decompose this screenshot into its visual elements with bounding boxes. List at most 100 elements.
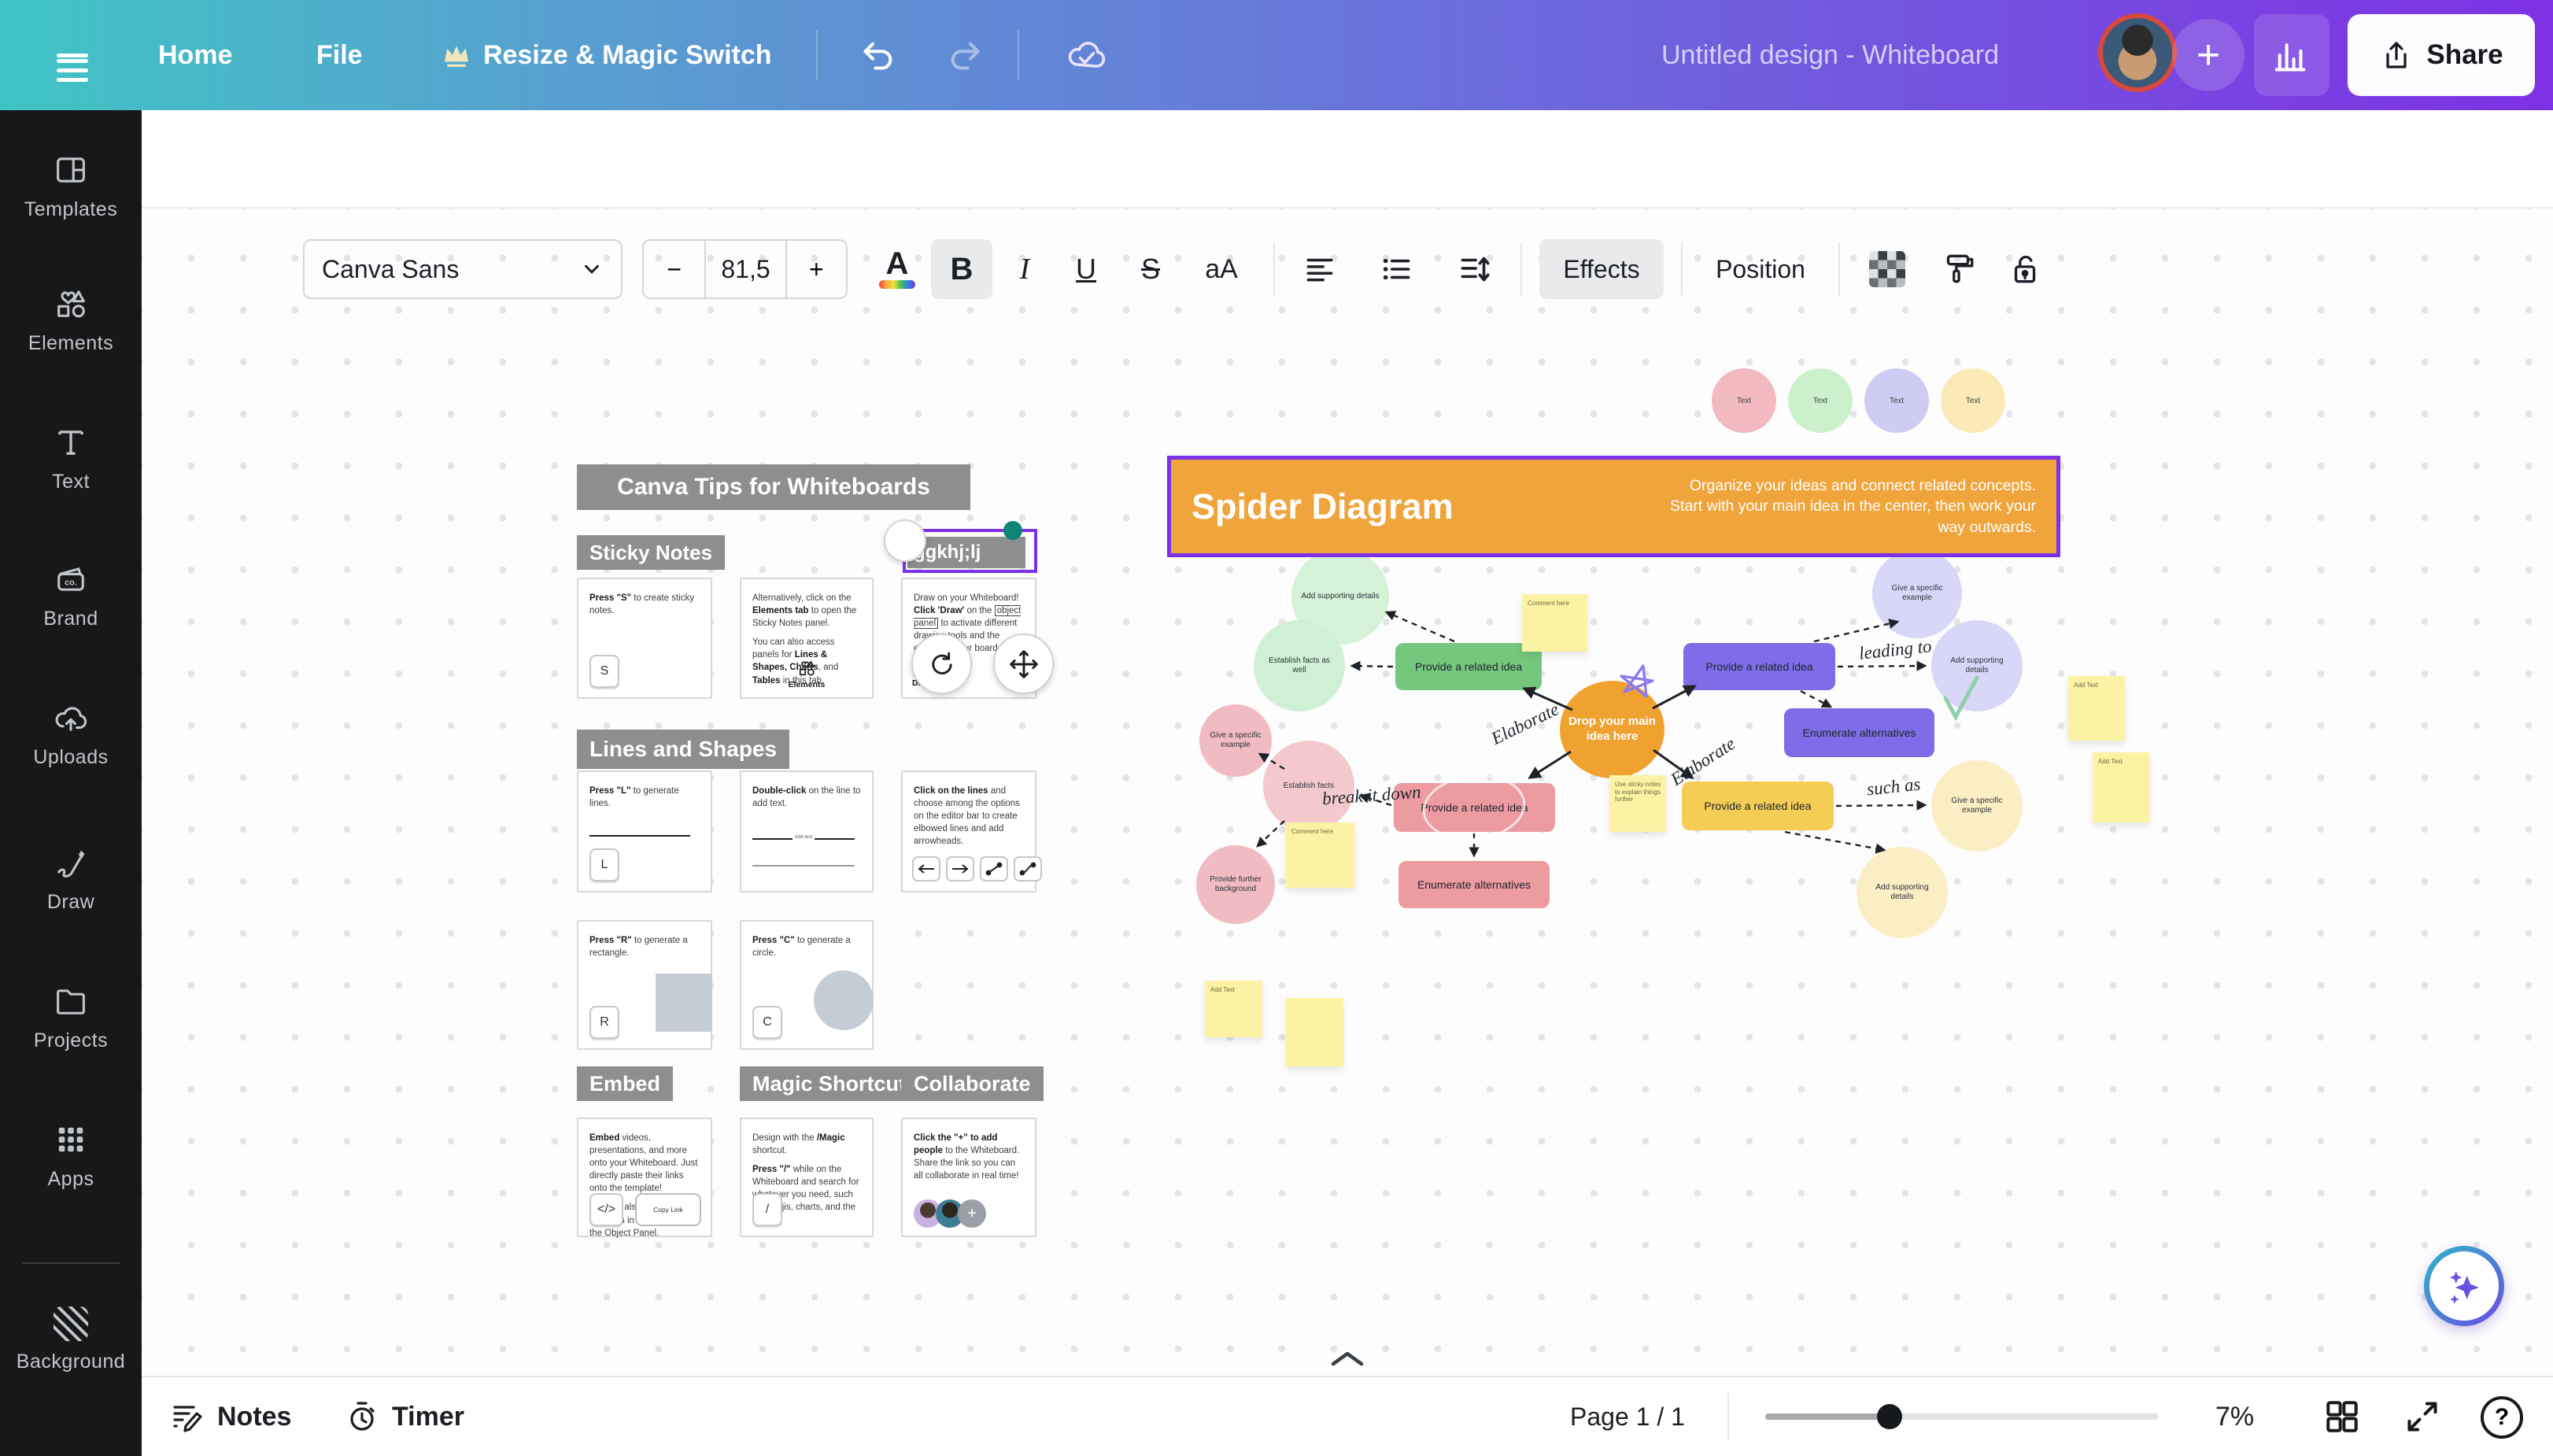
transparency-button[interactable] xyxy=(1859,239,1916,299)
help-button[interactable]: ? xyxy=(2481,1396,2523,1439)
tip-card-embed[interactable]: Embed videos, presentations, and more on… xyxy=(577,1118,712,1237)
sticky-note[interactable]: Comment here xyxy=(1286,822,1354,888)
spider-node-rect-purple[interactable]: Provide a related idea xyxy=(1683,643,1835,690)
sidebar-item-elements[interactable]: Elements xyxy=(0,285,142,355)
section-label-sticky-notes[interactable]: Sticky Notes xyxy=(577,535,725,570)
sidebar-item-uploads[interactable]: Uploads xyxy=(0,699,142,769)
text-align-button[interactable] xyxy=(1292,239,1347,299)
cloud-save-status[interactable] xyxy=(1064,0,1110,110)
underline-button[interactable]: U xyxy=(1061,239,1111,299)
move-handle[interactable] xyxy=(993,634,1054,694)
spider-node-circle[interactable]: Establish facts as well xyxy=(1254,620,1345,711)
italic-button[interactable]: I xyxy=(999,239,1050,299)
position-button[interactable]: Position xyxy=(1701,239,1820,299)
arrow-right-option[interactable] xyxy=(946,856,974,881)
sidebar-item-projects[interactable]: Projects xyxy=(0,982,142,1052)
sticky-note[interactable]: Add Text xyxy=(2093,752,2149,822)
fullscreen-button[interactable] xyxy=(2402,1396,2443,1439)
sidebar-item-apps[interactable]: Apps xyxy=(0,1121,142,1191)
section-label-embed[interactable]: Embed xyxy=(577,1066,673,1101)
tip-card-lines-3[interactable]: Click on the lines and choose among the … xyxy=(901,770,1036,892)
menu-file[interactable]: File xyxy=(316,0,363,110)
zoom-slider[interactable] xyxy=(1765,1414,2159,1420)
tip-card-lines-1[interactable]: Press "L" to generate lines. L xyxy=(577,770,712,892)
spider-node-rect-green[interactable]: Provide a related idea xyxy=(1395,643,1542,690)
spider-node-circle[interactable]: Provide further background xyxy=(1196,845,1275,924)
timer-button[interactable]: Timer xyxy=(345,1377,464,1456)
spider-center-node[interactable]: Drop your main idea here xyxy=(1560,681,1664,778)
user-avatar[interactable] xyxy=(2098,13,2177,92)
menu-home[interactable]: Home xyxy=(158,0,232,110)
swatch-circle-green[interactable]: Text xyxy=(1788,368,1853,433)
spider-node-circle[interactable]: Establish facts xyxy=(1263,741,1354,832)
sticky-note[interactable]: Use sticky notes to explain things furth… xyxy=(1609,775,1666,832)
spider-node-circle[interactable]: Add supporting details xyxy=(1931,620,2023,711)
spider-node-circle[interactable]: Give a specific example xyxy=(1199,704,1272,777)
selected-text-element[interactable]: ggkhj;lj xyxy=(903,529,1037,573)
share-button[interactable]: Share xyxy=(2348,14,2535,96)
tip-card-lines-2[interactable]: Double-click on the line to add text. Ad… xyxy=(740,770,874,892)
whiteboard-canvas[interactable]: Canva Tips for Whiteboards Sticky Notes … xyxy=(142,209,2553,1376)
zoom-slider-thumb[interactable] xyxy=(1877,1404,1902,1429)
font-size-increase-button[interactable]: + xyxy=(785,241,846,297)
sticky-note[interactable]: Add Text xyxy=(2068,676,2125,741)
strikethrough-button[interactable]: S xyxy=(1125,239,1176,299)
tip-card-circle[interactable]: Press "C" to generate a circle. C xyxy=(740,920,874,1050)
section-label-magic-shortcut[interactable]: Magic Shortcut xyxy=(740,1066,918,1101)
undo-button[interactable] xyxy=(858,0,899,110)
tip-card-collaborate[interactable]: Click the "+" to add people to the White… xyxy=(901,1118,1036,1237)
tip-card-sticky-1[interactable]: Press "S" to create sticky notes. S xyxy=(577,578,712,699)
sidebar-item-draw[interactable]: Draw xyxy=(0,844,142,914)
spider-node-rect-yellow[interactable]: Provide a related idea xyxy=(1682,782,1834,830)
section-label-lines-shapes[interactable]: Lines and Shapes xyxy=(577,730,789,769)
redo-button[interactable] xyxy=(944,0,985,110)
text-case-button[interactable]: aA xyxy=(1192,239,1251,299)
sticky-note[interactable]: Comment here xyxy=(1522,594,1587,652)
copy-style-button[interactable] xyxy=(1930,239,1986,299)
tips-title[interactable]: Canva Tips for Whiteboards xyxy=(577,464,970,510)
spider-node-rect-pink-enum[interactable]: Enumerate alternatives xyxy=(1398,861,1550,908)
main-menu-button[interactable] xyxy=(57,0,88,110)
line-spacing-button[interactable] xyxy=(1446,239,1502,299)
tip-card-rectangle[interactable]: Press "R" to generate a rectangle. R xyxy=(577,920,712,1050)
font-size-value[interactable]: 81,5 xyxy=(704,241,785,297)
effects-button[interactable]: Effects xyxy=(1539,239,1664,299)
section-label-collaborate[interactable]: Collaborate xyxy=(901,1066,1044,1101)
elbow-line-option[interactable] xyxy=(980,856,1008,881)
spider-node-circle[interactable]: Add supporting details xyxy=(1857,847,1948,938)
font-size-decrease-button[interactable]: − xyxy=(644,241,704,297)
tip-card-magic[interactable]: Design with the /Magic shortcut. Press "… xyxy=(740,1118,874,1237)
sidebar-item-background[interactable]: Background xyxy=(0,1306,142,1373)
spider-node-circle[interactable]: Give a specific example xyxy=(1931,760,2023,852)
copy-link-button[interactable]: Copy Link xyxy=(635,1193,701,1226)
sidebar-item-brand[interactable]: co. Brand xyxy=(0,560,142,630)
bullet-list-button[interactable] xyxy=(1369,239,1424,299)
rotate-handle[interactable] xyxy=(911,634,972,694)
spider-node-rect-purple-enum[interactable]: Enumerate alternatives xyxy=(1784,708,1934,757)
grid-view-button[interactable] xyxy=(2322,1396,2363,1439)
spider-header-selected[interactable]: Spider Diagram Organize your ideas and c… xyxy=(1167,456,2060,557)
swatch-circle-pink[interactable]: Text xyxy=(1712,368,1776,433)
font-family-select[interactable]: Canva Sans xyxy=(303,239,623,299)
swatch-circle-yellow[interactable]: Text xyxy=(1941,368,2005,433)
curved-line-option[interactable] xyxy=(1014,856,1042,881)
spider-node-circle[interactable]: Give a specific example xyxy=(1872,549,1962,638)
menu-resize-magic-switch[interactable]: Resize & Magic Switch xyxy=(441,0,772,110)
selection-anchor-handle[interactable] xyxy=(884,519,926,562)
tip-card-sticky-2[interactable]: Alternatively, click on the Elements tab… xyxy=(740,578,874,699)
sticky-note[interactable]: Add Text xyxy=(1205,981,1262,1037)
bold-button[interactable]: B xyxy=(931,239,992,299)
collapse-panel-chevron[interactable] xyxy=(1322,1348,1373,1369)
arrow-left-option[interactable] xyxy=(912,856,940,881)
text-color-button[interactable]: A xyxy=(867,239,927,299)
sidebar-item-templates[interactable]: Templates xyxy=(0,151,142,221)
sticky-note[interactable] xyxy=(1286,998,1343,1066)
lock-button[interactable] xyxy=(1996,239,2052,299)
insights-button[interactable] xyxy=(2254,14,2329,96)
sidebar-item-text[interactable]: Text xyxy=(0,423,142,493)
swatch-circle-purple[interactable]: Text xyxy=(1864,368,1929,433)
notes-button[interactable]: Notes xyxy=(170,1377,291,1456)
magic-assistant-button[interactable] xyxy=(2424,1246,2504,1326)
document-title[interactable]: Untitled design - Whiteboard xyxy=(1661,0,1999,110)
add-people-icon[interactable]: + xyxy=(958,1199,986,1228)
